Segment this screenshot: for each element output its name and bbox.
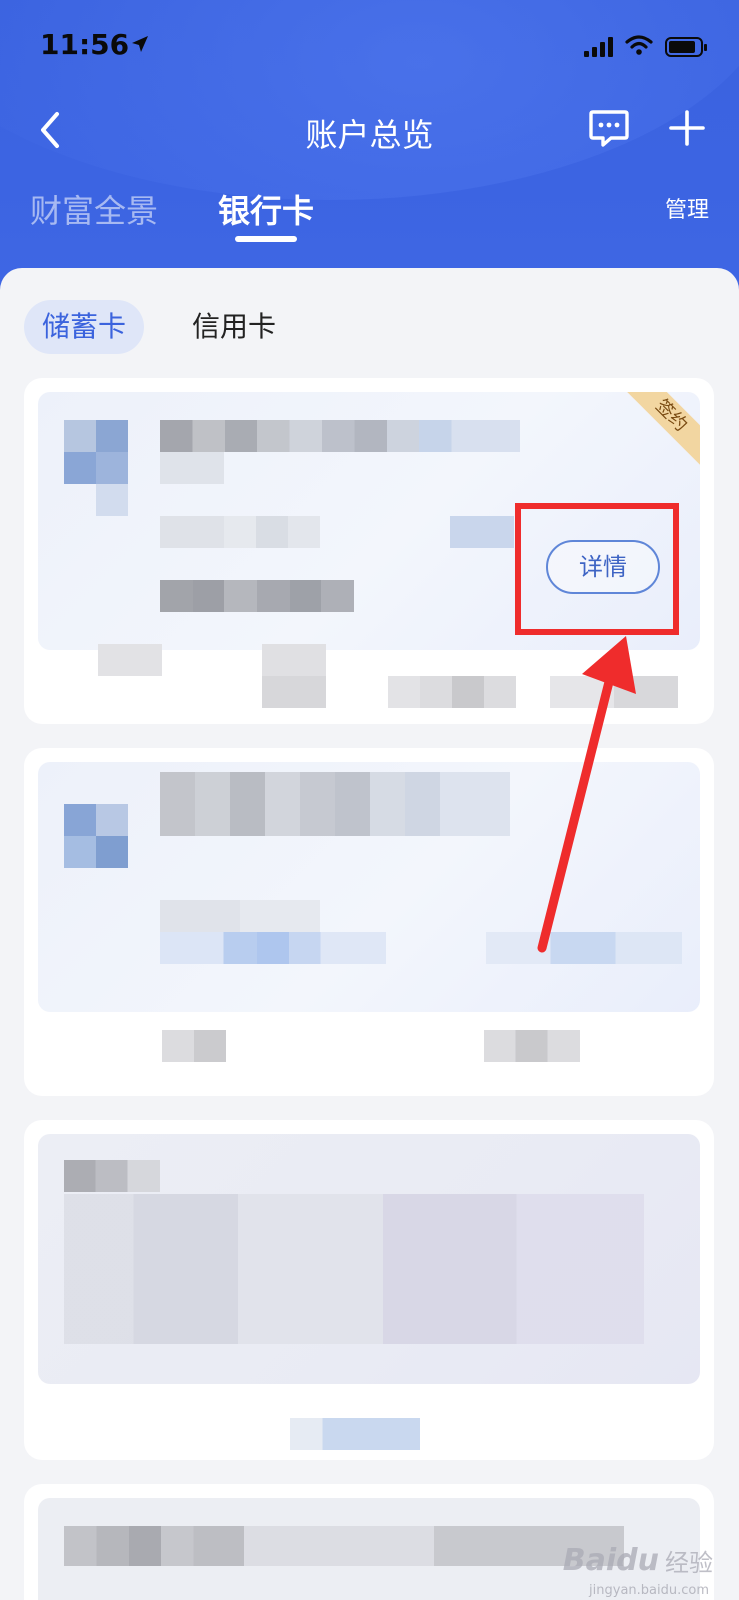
- plus-icon: [669, 110, 705, 146]
- blurred-balance-row: [290, 1418, 420, 1450]
- blurred-balance-row: [162, 1030, 582, 1086]
- debit-card-3[interactable]: [24, 1120, 714, 1460]
- status-time: 11:56: [40, 28, 130, 61]
- blurred-bank-name: [64, 1526, 244, 1566]
- top-tabs: 财富全景 银行卡 管理: [0, 186, 739, 246]
- watermark-text: 经验: [665, 1549, 713, 1577]
- add-button[interactable]: [665, 106, 709, 150]
- manage-button[interactable]: 管理: [665, 192, 709, 224]
- annotation-arrow-icon: [537, 636, 636, 953]
- status-icons: [584, 34, 707, 60]
- status-bar: 11:56: [0, 0, 739, 96]
- segment-debit-card[interactable]: 储蓄卡: [24, 300, 145, 354]
- baidu-watermark: Baidu 经验: [563, 1543, 713, 1578]
- message-icon: [589, 110, 629, 147]
- bank-logo: [64, 420, 128, 516]
- blurred-card-info: [64, 1194, 644, 1344]
- tab-bank-cards[interactable]: 银行卡: [218, 186, 314, 232]
- blurred-card-type: [160, 516, 320, 548]
- signed-badge: 签约: [615, 392, 700, 472]
- message-button[interactable]: [587, 106, 631, 150]
- battery-icon: [665, 37, 707, 57]
- blurred-bank-name: [64, 1160, 160, 1192]
- bank-logo: [64, 804, 128, 868]
- signal-icon: [584, 37, 613, 57]
- annotation-highlight-box: [515, 503, 679, 635]
- blurred-card-number: [160, 580, 354, 612]
- card-face: [38, 1134, 700, 1384]
- blurred-card-type: [160, 900, 320, 932]
- screen: 11:56 账户总览 财富全景 银行卡 管理 储蓄卡 信用卡 签约 详情 Bai…: [0, 0, 739, 1600]
- blurred-bank-name: [160, 772, 510, 836]
- watermark-url: jingyan.baidu.com: [589, 1583, 709, 1598]
- blurred-bank-name: [160, 420, 520, 452]
- blurred-card-number: [160, 932, 386, 964]
- location-arrow-icon: [130, 34, 150, 58]
- watermark-logo: Baidu: [562, 1543, 659, 1578]
- nav-bar: 账户总览: [0, 96, 739, 166]
- active-tab-indicator: [235, 236, 297, 242]
- wifi-icon: [625, 34, 653, 60]
- segment-credit-card[interactable]: 信用卡: [174, 300, 294, 354]
- tab-wealth-overview[interactable]: 财富全景: [30, 186, 158, 232]
- header: 11:56 账户总览 财富全景 银行卡 管理: [0, 0, 739, 300]
